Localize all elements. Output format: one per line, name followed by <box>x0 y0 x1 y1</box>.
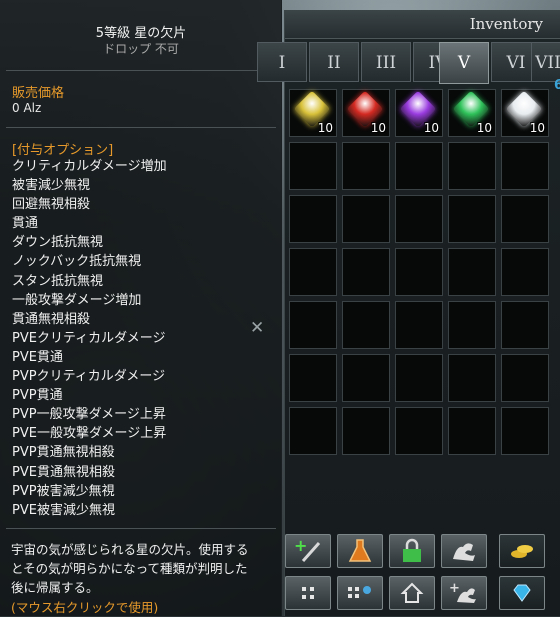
grid-gear-icon[interactable] <box>337 576 383 610</box>
option-list: クリティカルダメージ増加 被害減少無視 回避無視相殺 貫通 ダウン抵抗無視 ノッ… <box>12 157 167 520</box>
item-count: 10 <box>529 121 545 135</box>
flask-icon[interactable] <box>337 534 383 568</box>
item-count: 10 <box>423 121 439 135</box>
option-item: PVE貫通 <box>12 349 63 365</box>
inventory-slot[interactable] <box>289 248 337 296</box>
description-line: 後に帰属する。 <box>11 580 99 595</box>
option-item: スタン抵抗無視 <box>12 273 104 289</box>
inventory-title: Inventory <box>469 15 543 33</box>
option-item: PVP被害減少無視 <box>12 483 115 499</box>
inventory-slot[interactable]: 10 <box>501 89 549 137</box>
inventory-slot[interactable] <box>395 354 443 402</box>
item-count: 10 <box>370 121 386 135</box>
inventory-window: Inventory I II III IV V VI VII 6 10 10 10 1… <box>257 10 560 616</box>
tab-badge: 6 <box>553 78 560 93</box>
inventory-slot[interactable] <box>395 248 443 296</box>
option-item: 貫通無視相殺 <box>12 311 91 327</box>
option-item: クリティカルダメージ増加 <box>12 159 167 174</box>
option-item: ノックバック抵抗無視 <box>12 254 142 270</box>
inventory-slot[interactable] <box>501 248 549 296</box>
item-count: 10 <box>317 121 333 135</box>
tab-1[interactable]: I <box>257 42 307 82</box>
description-line: とその気が明らかになって種類が判明した <box>11 561 248 576</box>
inventory-toolbar: + + <box>285 530 560 616</box>
item-description: 宇宙の気が感じられる星の欠片。使用する とその気が明らかになって種類が判明した … <box>11 540 275 597</box>
inventory-slot[interactable] <box>395 301 443 349</box>
arm-strength-icon[interactable] <box>441 534 487 568</box>
option-item: PVP一般攻撃ダメージ上昇 <box>12 407 166 423</box>
inventory-slot[interactable] <box>395 195 443 243</box>
tooltip-divider <box>6 70 276 71</box>
inventory-slot[interactable] <box>448 195 496 243</box>
option-item: PVE被害減少無視 <box>12 502 115 518</box>
inventory-slot[interactable] <box>501 354 549 402</box>
option-item: ダウン抵抗無視 <box>12 235 104 251</box>
option-item: 一般攻撃ダメージ増加 <box>12 292 142 308</box>
inventory-slot[interactable] <box>289 142 337 190</box>
svg-text:+: + <box>294 537 307 555</box>
inventory-titlebar[interactable]: Inventory <box>285 10 560 39</box>
option-item: PVP貫通 <box>12 388 63 404</box>
inventory-slot[interactable]: 10 <box>342 89 390 137</box>
tab-7[interactable]: VII <box>531 42 560 82</box>
inventory-slot[interactable] <box>289 195 337 243</box>
description-line: 宇宙の気が感じられる星の欠片。使用する <box>11 542 249 557</box>
inventory-slot[interactable] <box>342 354 390 402</box>
inventory-tabs: I II III IV V VI VII 6 <box>257 42 560 93</box>
inventory-slot[interactable] <box>342 195 390 243</box>
tab-3[interactable]: III <box>361 42 411 82</box>
inventory-slot[interactable] <box>342 301 390 349</box>
item-name: 5等級 星の欠片 <box>95 26 187 41</box>
inventory-slot[interactable] <box>342 248 390 296</box>
inventory-slot[interactable] <box>448 354 496 402</box>
blue-gem-icon[interactable] <box>499 576 545 610</box>
option-item: PVEクリティカルダメージ <box>12 330 166 346</box>
inventory-slot[interactable] <box>501 195 549 243</box>
usage-hint: (マウス右クリックで使用) <box>11 600 159 615</box>
option-item: 回避無視相殺 <box>12 197 91 213</box>
inventory-slot[interactable] <box>501 142 549 190</box>
inventory-slot[interactable] <box>289 301 337 349</box>
inventory-slot[interactable] <box>289 407 337 455</box>
gold-coins-icon[interactable] <box>499 534 545 568</box>
option-item: PVPクリティカルダメージ <box>12 369 166 385</box>
option-item: 貫通 <box>12 216 39 232</box>
inventory-slot[interactable] <box>501 407 549 455</box>
inventory-slot[interactable]: 10 <box>289 89 337 137</box>
close-icon[interactable]: ✕ <box>250 318 264 338</box>
option-item: PVE一般攻撃ダメージ上昇 <box>12 426 167 442</box>
item-tooltip: 5等級 星の欠片 ドロップ 不可 販売価格 0 Alz [付与オプション] クリ… <box>0 0 282 616</box>
options-header: [付与オプション] <box>12 143 114 158</box>
inventory-slot[interactable]: 10 <box>395 89 443 137</box>
add-sword-icon[interactable]: + <box>285 534 331 568</box>
inventory-slot[interactable]: 10 <box>448 89 496 137</box>
home-icon[interactable] <box>389 576 435 610</box>
inventory-slot[interactable] <box>501 301 549 349</box>
option-item: 被害減少無視 <box>12 178 91 194</box>
option-item: PVP貫通無視相殺 <box>12 445 115 461</box>
item-count: 10 <box>476 121 492 135</box>
inventory-slot[interactable] <box>395 407 443 455</box>
tab-2[interactable]: II <box>309 42 359 82</box>
item-drop-status: ドロップ 不可 <box>103 42 179 56</box>
option-item: PVE貫通無視相殺 <box>12 464 115 480</box>
inventory-slot[interactable] <box>448 142 496 190</box>
inventory-slot[interactable] <box>342 142 390 190</box>
grid-small-icon[interactable] <box>285 576 331 610</box>
tooltip-divider <box>6 528 276 529</box>
inventory-slot[interactable] <box>395 142 443 190</box>
inventory-slot[interactable] <box>342 407 390 455</box>
sell-price-label: 販売価格 <box>12 86 65 101</box>
svg-text:+: + <box>449 581 460 596</box>
inventory-slot[interactable] <box>448 407 496 455</box>
inventory-slot[interactable] <box>289 354 337 402</box>
lock-chest-icon[interactable] <box>389 534 435 568</box>
sell-price-value: 0 Alz <box>12 101 42 115</box>
tab-5[interactable]: V <box>439 42 489 84</box>
inventory-slot[interactable] <box>448 301 496 349</box>
inventory-slot[interactable] <box>448 248 496 296</box>
tooltip-divider <box>6 127 276 128</box>
add-strength-icon[interactable]: + <box>441 576 487 610</box>
